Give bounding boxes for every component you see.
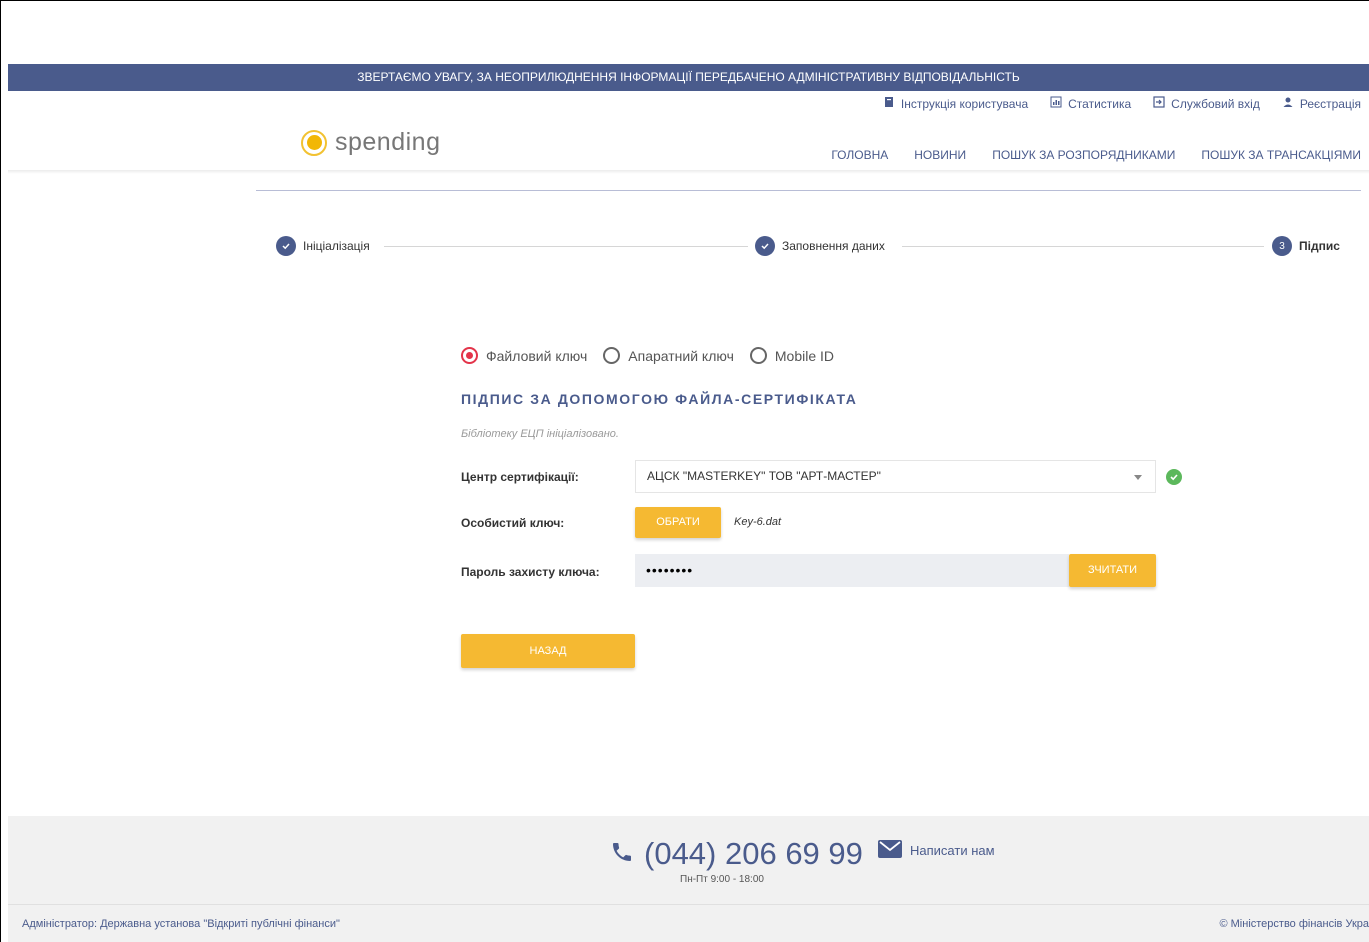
registration-link[interactable]: Реєстрація [1282,96,1361,111]
password-input[interactable]: •••••••• [635,554,1069,587]
admin-text: Адміністратор: Державна установа "Відкри… [22,918,340,930]
step-label: Ініціалізація [303,239,370,253]
header-shadow [8,170,1369,174]
nav-search-transactions[interactable]: ПОШУК ЗА ТРАНСАКЦІЯМИ [1201,148,1361,162]
book-icon [883,96,895,111]
nav-news[interactable]: НОВИНИ [914,148,966,162]
phone-text: (044) 206 69 99 [644,836,863,871]
ca-selected-value: АЦСК "MASTERKEY" ТОВ "АРТ-МАСТЕР" [647,469,881,483]
step-connector [384,246,748,247]
key-type-group: Файловий ключ Апаратний ключ Mobile ID [461,347,834,364]
library-status: Бібліотеку ЕЦП ініціалізовано. [461,428,619,440]
check-icon [755,236,775,256]
back-button[interactable]: НАЗАД [461,634,635,668]
envelope-icon [878,840,902,861]
radio-checked-icon [461,347,478,364]
statistics-link[interactable]: Статистика [1050,96,1131,111]
content-divider [256,190,1361,191]
user-guide-label: Інструкція користувача [900,96,1029,111]
radio-label: Mobile ID [774,347,835,364]
warning-banner: ЗВЕРТАЄМО УВАГУ, ЗА НЕОПРИЛЮДНЕННЯ ІНФОР… [8,64,1369,91]
choose-file-button[interactable]: ОБРАТИ [635,507,721,538]
step-number: 3 [1272,236,1292,256]
step-label: Заповнення даних [782,239,885,253]
read-key-button[interactable]: ЗЧИТАТИ [1069,554,1156,587]
ca-select[interactable]: АЦСК "MASTERKEY" ТОВ "АРТ-МАСТЕР" [635,460,1156,493]
top-links: Інструкція користувача Статистика Службо… [883,96,1361,111]
chart-icon [1050,96,1062,111]
working-hours: Пн-Пт 9:00 - 18:00 [680,874,764,885]
chevron-down-icon [1134,475,1142,480]
radio-unchecked-icon [603,347,621,364]
radio-file-key[interactable]: Файловий ключ [461,347,587,364]
user-guide-link[interactable]: Інструкція користувача [883,96,1028,111]
success-check-icon [1166,469,1182,485]
write-us-label: Написати нам [910,843,995,858]
phone-icon [610,836,634,872]
radio-hardware-key[interactable]: Апаратний ключ [603,347,734,364]
login-icon [1153,96,1165,111]
phone-number[interactable]: (044) 206 69 99 [610,836,863,872]
radio-unchecked-icon [749,347,767,364]
user-add-icon [1282,96,1294,111]
step-initialization: Ініціалізація [276,236,370,256]
radio-label: Файловий ключ [486,347,588,364]
service-login-link[interactable]: Службовий вхід [1153,96,1260,111]
logo-sun-icon [301,129,327,156]
nav-search-managers[interactable]: ПОШУК ЗА РОЗПОРЯДНИКАМИ [992,148,1175,162]
service-login-label: Службовий вхід [1171,96,1260,111]
step-connector [902,246,1264,247]
step-data-entry: Заповнення даних [755,236,885,256]
key-filename: Key-6.dat [734,516,782,528]
copyright-text: © Міністерство фінансів Укра [1219,918,1369,930]
radio-mobile-id[interactable]: Mobile ID [749,347,835,364]
main-nav: ГОЛОВНА НОВИНИ ПОШУК ЗА РОЗПОРЯДНИКАМИ П… [831,148,1361,162]
ca-label: Центр сертифікації: [461,470,579,484]
section-title: ПІДПИС ЗА ДОПОМОГОЮ ФАЙЛА-СЕРТИФІКАТА [461,391,858,407]
write-us-link[interactable]: Написати нам [878,840,995,861]
logo-text: spending [335,128,441,156]
check-icon [276,236,296,256]
nav-home[interactable]: ГОЛОВНА [831,148,888,162]
radio-label: Апаратний ключ [628,347,734,364]
site-logo[interactable]: spending [301,128,440,157]
step-signature: 3 Підпис [1272,236,1340,256]
step-label: Підпис [1299,239,1340,253]
registration-label: Реєстрація [1299,96,1361,111]
statistics-label: Статистика [1068,96,1132,111]
private-key-label: Особистий ключ: [461,516,565,530]
password-label: Пароль захисту ключа: [461,565,600,579]
